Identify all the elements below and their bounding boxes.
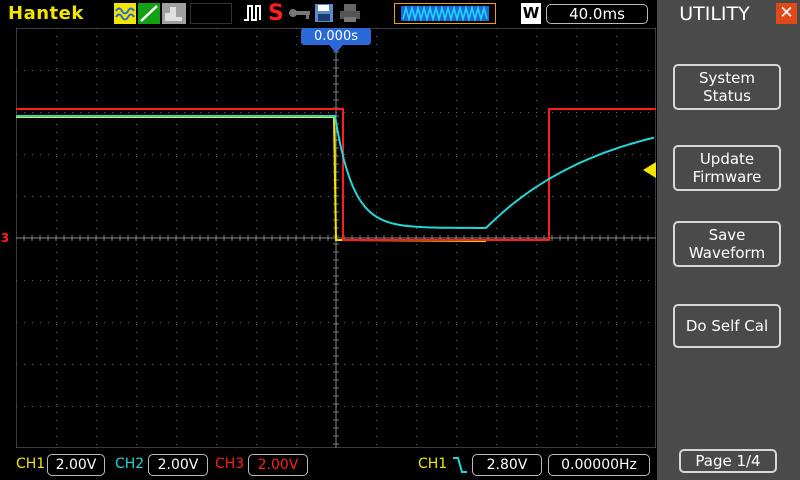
self-cal-label: Do Self Cal [685, 317, 769, 335]
ch1-label: CH1 [16, 456, 46, 472]
trigger-level-readout[interactable]: 2.80V [472, 454, 542, 476]
waveform-display [15, 27, 657, 449]
ch2-label: CH2 [115, 456, 145, 472]
key-icon [288, 4, 312, 22]
save-waveform-button[interactable]: Save Waveform [673, 221, 781, 267]
ch1-scale[interactable]: 2.00V [47, 454, 105, 476]
utility-menu: UTILITY ✕ System Status Update Firmware … [657, 0, 800, 480]
falling-edge-icon [452, 455, 468, 479]
update-firmware-button[interactable]: Update Firmware [673, 145, 781, 191]
system-status-button[interactable]: System Status [673, 64, 781, 110]
save-icon[interactable] [314, 3, 334, 23]
peak-icon[interactable] [162, 3, 186, 24]
brand-logo: Hantek [8, 3, 84, 24]
line-display-icon[interactable] [138, 3, 160, 24]
channel3-ground-marker[interactable]: 3 [0, 230, 10, 246]
ch3-label: CH3 [215, 456, 245, 472]
trigger-source-label: CH1 [418, 456, 448, 472]
memory-waveform-bar [394, 3, 496, 24]
ch2-scale[interactable]: 2.00V [148, 454, 208, 476]
page-indicator[interactable]: Page 1/4 [679, 449, 777, 473]
top-toolbar: Hantek S W 40.0ms [0, 0, 656, 28]
mode-indicator: W [521, 3, 541, 24]
mode-waveform-icon[interactable] [114, 3, 136, 24]
trigger-edge-icon [242, 2, 264, 29]
ch3-scale[interactable]: 2.00V [248, 454, 308, 476]
waveform-grid [15, 27, 657, 449]
frequency-readout: 0.00000Hz [548, 454, 650, 476]
timebase-readout[interactable]: 40.0ms [546, 4, 648, 24]
close-icon[interactable]: ✕ [776, 3, 797, 24]
printer-icon[interactable] [339, 3, 361, 23]
system-status-label: System Status [699, 69, 755, 105]
menu-title: UTILITY [679, 3, 750, 25]
trigger-position-marker[interactable] [329, 45, 343, 53]
stop-icon: S [268, 1, 284, 26]
update-firmware-label: Update Firmware [692, 150, 762, 186]
save-waveform-label: Save Waveform [688, 226, 766, 262]
empty-slot [190, 3, 232, 24]
trigger-position-label: 0.000s [301, 28, 371, 45]
self-cal-button[interactable]: Do Self Cal [673, 304, 781, 348]
trigger-level-marker[interactable] [643, 162, 656, 178]
